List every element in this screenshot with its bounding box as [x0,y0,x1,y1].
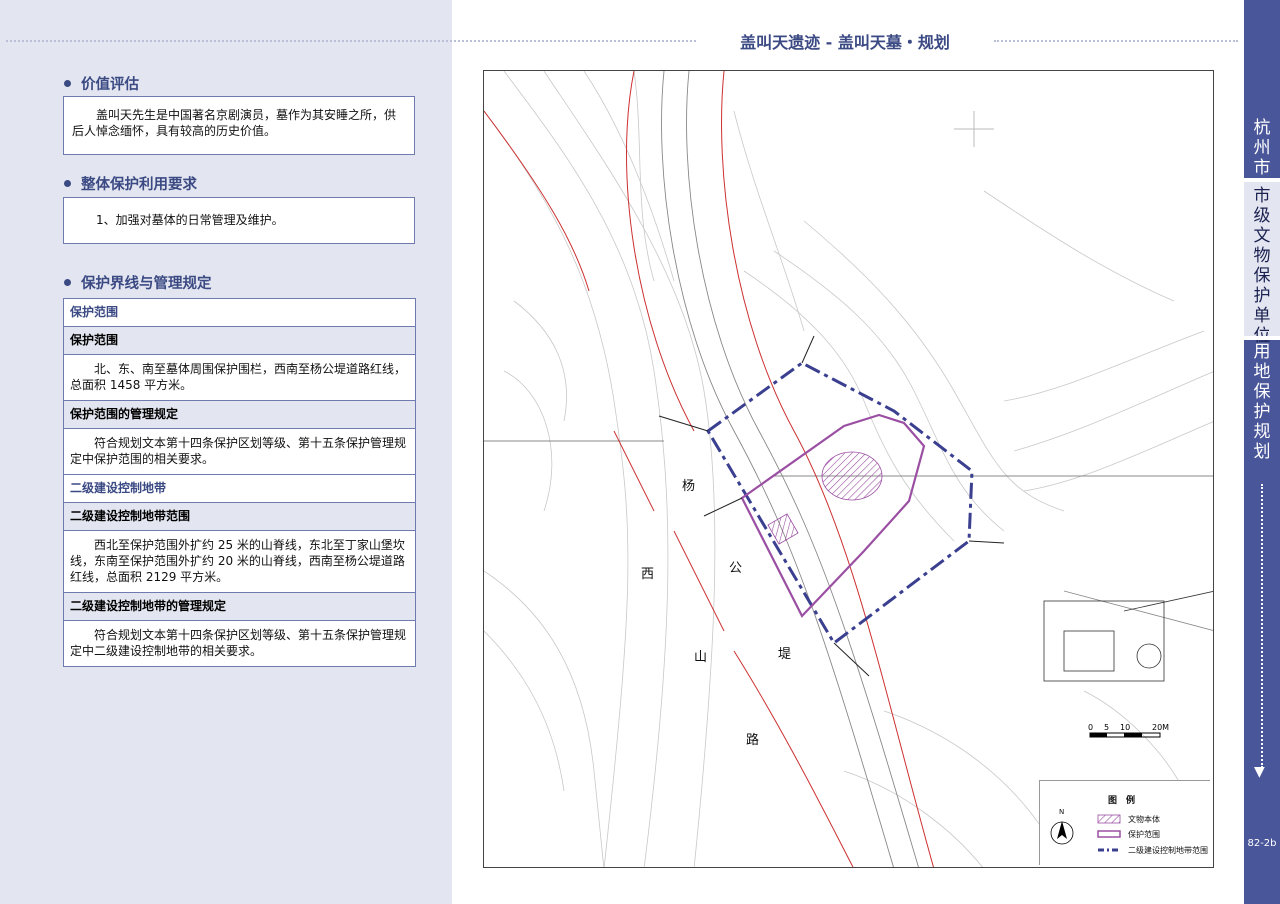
sidebar-separator [1244,336,1280,340]
road-label-gong: 公 [729,561,743,576]
scale-label-0: 0 [1088,723,1093,732]
building-outlines [1043,591,1213,682]
legend-item-protect: 保护范围 [1128,830,1160,839]
page-title: 盖叫天遗迹 - 盖叫天墓・规划 [700,29,990,53]
section-heading-text: 价值评估 [81,77,139,93]
sidebar-dotted-line [1261,484,1263,768]
header-dotted-line-right [994,40,1238,42]
map-legend: 图 例 N 文物本体 保护范围 二级建设控制地带范围 [1039,780,1210,865]
table-row-text: 符合规划文本第十四条保护区划等级、第十五条保护管理规定中保护范围的相关要求。 [64,429,415,475]
section-heading-text: 保护界线与管理规定 [81,276,212,292]
bullet-icon [64,278,71,286]
sidebar-section: 用地保护规划 [1253,342,1271,462]
value-box: 盖叫天先生是中国著名京剧演员，墓作为其安睡之所，供后人悼念缅怀，具有较高的历史价… [63,96,415,155]
scale-label-1: 5 [1104,723,1109,732]
table-row-subheader: 二级建设控制地带的管理规定 [64,593,415,621]
table-row-header: 二级建设控制地带 [64,475,415,503]
north-arrow-icon: N [1059,808,1065,816]
down-arrow-icon: ▼ [1254,764,1265,780]
overall-box: 1、加强对墓体的日常管理及维护。 [63,197,415,244]
road-label-shan: 山 [694,650,708,665]
right-sidebar: 杭州市 市级文物保护单位 用地保护规划 ▼ [1244,0,1280,904]
scale-label-3: 20M [1152,723,1169,732]
relic-body-hatch [821,451,883,501]
scale-bar: 0 5 10 20M [1088,723,1169,738]
scale-label-2: 10 [1120,723,1130,732]
table-row-text: 符合规划文本第十四条保护区划等级、第十五条保护管理规定中二级建设控制地带的相关要… [70,628,407,658]
site-plan-map: 0 5 10 20M 杨 公 堤 西 山 路 图 例 N 文物本体 保护范围 二… [483,70,1214,868]
table-row-subheader: 保护范围的管理规定 [64,401,415,429]
road-label-lu: 路 [746,733,760,748]
header-dotted-line-left [6,40,696,42]
bullet-icon [64,79,71,87]
map-drawing: 0 5 10 20M [484,71,1213,867]
value-text: 盖叫天先生是中国著名京剧演员，墓作为其安睡之所，供后人悼念缅怀，具有较高的历史价… [72,108,397,138]
section-heading-boundary: 保护界线与管理规定 [64,272,212,293]
table-row-header: 保护范围 [64,299,415,327]
table-row-subheader: 保护范围 [64,327,415,355]
relic-body-hatch-small [767,513,799,545]
section-heading-text: 整体保护利用要求 [81,177,197,193]
road-label-xi: 西 [641,567,655,582]
protect-zone-boundary [740,413,926,618]
boundary-table: 保护范围 保护范围 北、东、南至墓体周围保护围栏，西南至杨公堤道路红线，总面积 14… [63,298,416,667]
table-row-text: 北、东、南至墓体周围保护围栏，西南至杨公堤道路红线，总面积 1458 平方米。 [64,355,415,401]
road-label-yang: 杨 [682,479,696,494]
crosshair-marker [954,111,994,147]
sidebar-category: 市级文物保护单位 [1244,182,1280,346]
road-label-di: 堤 [778,647,792,662]
table-row-text: 西北至保护范围外扩约 25 米的山脊线，东北至丁家山堡坎线，东南至保护范围外扩约… [64,531,415,593]
sidebar-city: 杭州市 [1253,118,1271,178]
control-zone-boundary [706,361,974,646]
page-number: 82-2b [1247,838,1277,849]
bullet-icon [64,179,71,187]
section-heading-value: 价值评估 [64,73,139,94]
legend-item-control: 二级建设控制地带范围 [1128,846,1208,855]
boundary-leader-lines [658,335,1005,677]
overall-text: 1、加强对墓体的日常管理及维护。 [96,213,284,227]
section-heading-overall: 整体保护利用要求 [64,173,197,194]
legend-item-relic: 文物本体 [1128,815,1160,824]
table-row-subheader: 二级建设控制地带范围 [64,503,415,531]
